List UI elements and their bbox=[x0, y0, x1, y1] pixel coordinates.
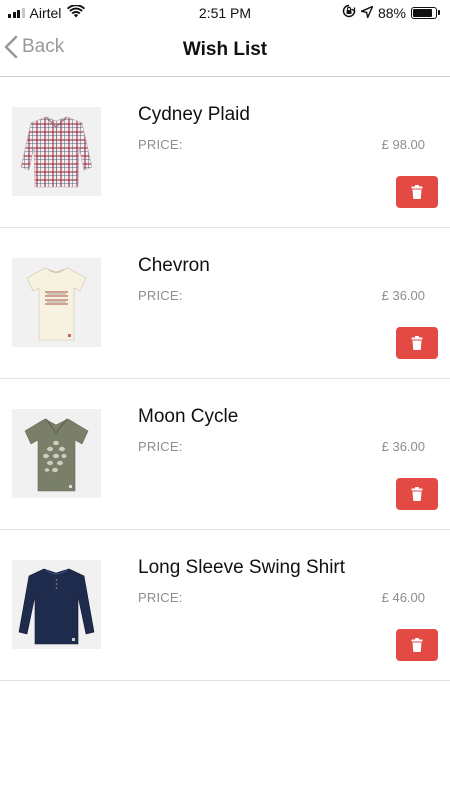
wish-list-item[interactable]: Cydney Plaid PRICE: £ 98.00 bbox=[0, 77, 450, 228]
page-title: Wish List bbox=[182, 39, 268, 60]
product-name[interactable]: Chevron bbox=[138, 255, 210, 277]
back-label: Back bbox=[22, 36, 65, 57]
delete-button[interactable] bbox=[396, 176, 438, 208]
price-label: PRICE: bbox=[138, 288, 183, 303]
price-label: PRICE: bbox=[138, 590, 183, 605]
trash-icon bbox=[411, 185, 423, 199]
chevron-left-icon bbox=[4, 35, 18, 59]
price-value: £ 36.00 bbox=[381, 288, 425, 303]
wish-list: Cydney Plaid PRICE: £ 98.00 Chevron PRIC… bbox=[0, 77, 450, 681]
trash-icon bbox=[411, 336, 423, 350]
battery-icon bbox=[411, 6, 437, 19]
delete-button[interactable] bbox=[396, 478, 438, 510]
wish-list-item[interactable]: Long Sleeve Swing Shirt PRICE: £ 46.00 bbox=[0, 530, 450, 681]
navigation-bar: Back Wish List bbox=[0, 26, 450, 77]
delete-button[interactable] bbox=[396, 327, 438, 359]
product-name[interactable]: Long Sleeve Swing Shirt bbox=[138, 557, 345, 579]
back-button[interactable]: Back bbox=[4, 35, 64, 59]
price-label: PRICE: bbox=[138, 137, 183, 152]
product-image-cream-tshirt[interactable] bbox=[12, 258, 101, 347]
product-image-plaid-shirt[interactable] bbox=[12, 107, 101, 196]
product-image-navy-longsleeve[interactable] bbox=[12, 560, 101, 649]
product-name[interactable]: Cydney Plaid bbox=[138, 104, 250, 126]
price-value: £ 46.00 bbox=[381, 590, 425, 605]
price-value: £ 98.00 bbox=[381, 137, 425, 152]
battery-tip bbox=[438, 10, 440, 15]
wish-list-item[interactable]: Moon Cycle PRICE: £ 36.00 bbox=[0, 379, 450, 530]
price-label: PRICE: bbox=[138, 439, 183, 454]
trash-icon bbox=[411, 487, 423, 501]
orientation-lock-icon bbox=[342, 4, 356, 21]
price-value: £ 36.00 bbox=[381, 439, 425, 454]
location-arrow-icon bbox=[360, 5, 374, 21]
product-name[interactable]: Moon Cycle bbox=[138, 406, 238, 428]
product-image-olive-tshirt[interactable] bbox=[12, 409, 101, 498]
battery-percent: 88% bbox=[377, 4, 406, 21]
delete-button[interactable] bbox=[396, 629, 438, 661]
status-bar: Airtel 2:51 PM 88% bbox=[0, 0, 450, 26]
trash-icon bbox=[411, 638, 423, 652]
status-right: 88% bbox=[342, 4, 440, 21]
wish-list-item[interactable]: Chevron PRICE: £ 36.00 bbox=[0, 228, 450, 379]
